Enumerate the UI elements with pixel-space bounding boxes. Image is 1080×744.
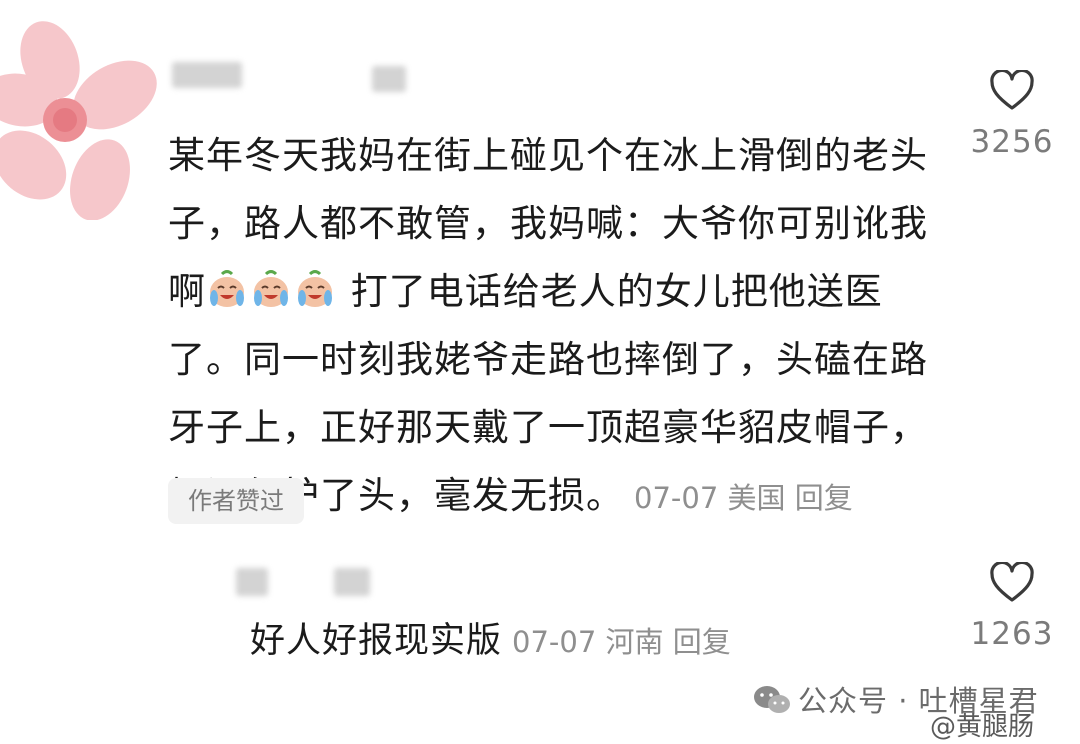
username-redacted: [172, 62, 242, 88]
comment-body: 好人好报现实版 07-07 河南 回复: [250, 612, 731, 663]
comment-location: 美国: [727, 481, 786, 515]
comment-line-with-emoji: 啊 打了电话给老人的女儿把他送医: [168, 258, 928, 326]
like-count: 3256: [970, 124, 1054, 160]
crying-laughing-emoji-icon: [298, 270, 332, 307]
like-button[interactable]: 3256: [952, 68, 1072, 160]
crying-laughing-emoji-icon: [254, 270, 288, 307]
comment-line: 牙子上，正好那天戴了一顶超豪华貂皮帽子，: [168, 406, 928, 449]
author-liked-badge: 作者赞过: [168, 478, 304, 524]
weibo-watermark: @黄腿肠: [930, 712, 1035, 742]
comment-date: 07-07: [634, 481, 719, 515]
comment-body: 某年冬天我妈在街上碰见个在冰上滑倒的老头 子，路人都不敢管，我妈喊：大爷你可别讹…: [168, 122, 928, 532]
comment-line-text: 啊: [168, 270, 206, 313]
avatar[interactable]: [0, 20, 180, 221]
heart-outline-icon: [990, 560, 1034, 602]
reply-button[interactable]: 回复: [795, 481, 853, 515]
like-button[interactable]: 1263: [952, 560, 1072, 652]
username-redacted: [372, 66, 406, 92]
comment-text: 好人好报现实版: [250, 621, 503, 661]
like-count: 1263: [970, 616, 1054, 652]
comment-line: 某年冬天我妈在街上碰见个在冰上滑倒的老头: [168, 134, 928, 177]
comment-line-text: 打了电话给老人的女儿把他送医: [350, 270, 883, 313]
comment-date: 07-07: [512, 625, 597, 659]
comment-line: 了。同一时刻我姥爷走路也摔倒了，头磕在路: [168, 338, 928, 381]
username-redacted: [236, 568, 268, 596]
comment-line: 子，路人都不敢管，我妈喊：大爷你可别讹我: [168, 202, 928, 245]
comment-location: 河南: [605, 625, 664, 659]
crying-laughing-emoji-icon: [210, 270, 244, 307]
wechat-icon: [754, 686, 790, 713]
heart-outline-icon: [990, 68, 1034, 110]
username-redacted: [334, 568, 370, 596]
flower-avatar-icon: [0, 21, 157, 221]
reply-button[interactable]: 回复: [673, 625, 731, 659]
